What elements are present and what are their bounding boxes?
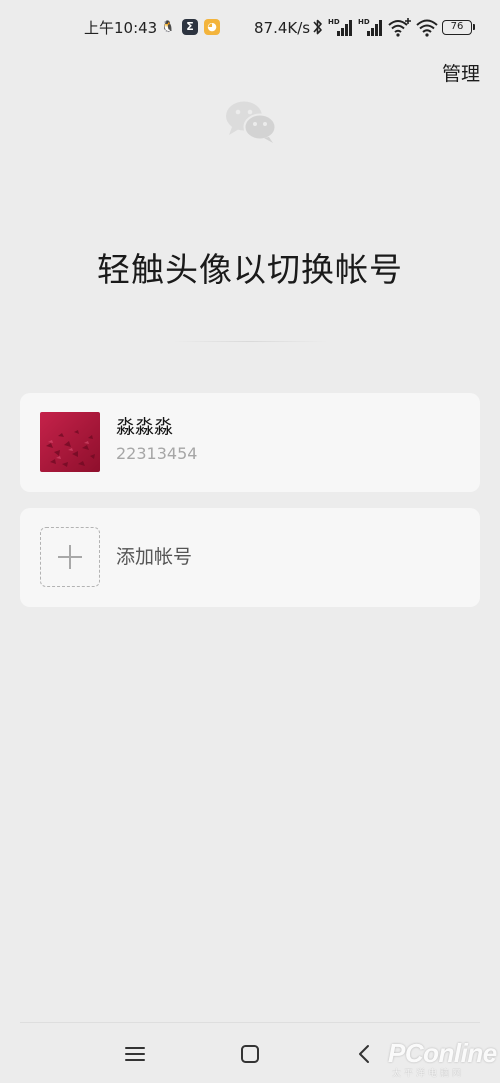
watermark-subtitle: 太平洋电脑网 [392,1069,465,1079]
divider [172,341,328,342]
svg-text:HD: HD [328,18,340,26]
avatar[interactable] [40,412,100,472]
watermark-logo: PConline [388,1038,497,1068]
home-icon[interactable] [236,1040,264,1068]
add-account-label: 添加帐号 [116,546,193,568]
account-card[interactable]: 淼淼淼 22313454 [20,393,480,492]
wifi-icon [416,19,438,37]
svg-text:HD: HD [358,18,370,26]
wifi-plus-icon [388,18,411,37]
battery-icon: 76 [442,20,475,35]
add-icon [40,527,100,587]
status-time: 上午10:43 [84,19,158,37]
signal-hd-2-icon: HD [358,18,382,36]
wechat-logo-icon [226,101,277,143]
account-id: 22313454 [116,444,198,463]
status-app-icons: 🐧 Σ ◕ [160,19,220,35]
page-title: 轻触头像以切换帐号 [97,250,403,289]
qq-icon: 🐧 [161,20,175,33]
network-speed: 87.4K/s [254,19,311,37]
account-name: 淼淼淼 [116,416,174,438]
cat-app-icon: ◕ [204,19,220,35]
status-bar: 上午10:43 🐧 Σ ◕ 87.4K/s HD HD 76 [0,0,500,56]
signal-hd-1-icon: HD [328,18,352,36]
manage-button[interactable]: 管理 [442,60,480,88]
sigma-app-icon: Σ [182,19,198,35]
bluetooth-icon [313,19,322,35]
add-account-card[interactable]: 添加帐号 [20,508,480,607]
menu-icon[interactable] [121,1040,149,1068]
back-icon[interactable] [351,1040,379,1068]
